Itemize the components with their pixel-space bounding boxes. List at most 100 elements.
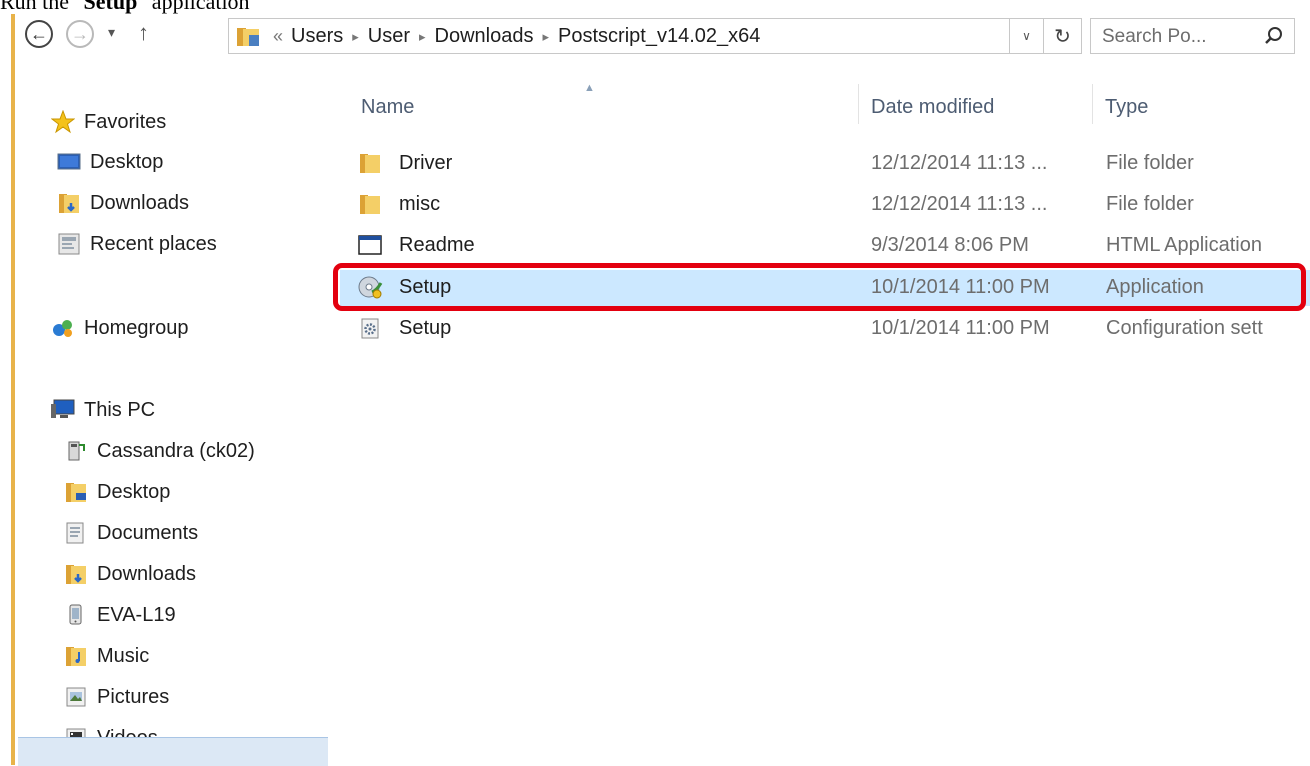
forward-button[interactable]: →: [66, 20, 94, 48]
caption-bold: Setup: [83, 0, 138, 14]
sort-ascending-icon: ▲: [584, 82, 595, 94]
folder-icon: [357, 191, 383, 217]
file-date: 10/1/2014 11:00 PM: [871, 276, 1050, 298]
file-name: misc: [399, 193, 441, 215]
column-divider[interactable]: [1092, 84, 1093, 124]
breadcrumb: « Users ▸ User ▸ Downloads ▸ Postscript_…: [273, 25, 760, 48]
search-icon[interactable]: [1264, 26, 1284, 51]
column-header-name[interactable]: Name: [361, 96, 414, 119]
address-folder-icon: [235, 26, 261, 53]
sidebar-item-label: Desktop: [97, 480, 171, 503]
sidebar-item-this-pc[interactable]: This PC: [50, 394, 155, 426]
recent-locations-button[interactable]: ▾: [108, 24, 115, 41]
configuration-settings-icon: [357, 315, 383, 341]
sidebar-item-documents[interactable]: Documents: [63, 517, 198, 549]
breadcrumb-postscript[interactable]: Postscript_v14.02_x64: [558, 25, 760, 48]
search-placeholder: Search Po...: [1102, 26, 1207, 47]
column-header-type[interactable]: Type: [1105, 96, 1148, 119]
sidebar-item-label: Recent places: [90, 232, 217, 255]
documents-folder-icon: [63, 520, 89, 546]
sidebar-item-label: Cassandra (ck02): [97, 439, 255, 462]
file-row-driver[interactable]: Driver 12/12/2014 11:13 ... File folder: [340, 146, 1310, 182]
file-row-setup-application[interactable]: Setup 10/1/2014 11:00 PM Application: [340, 270, 1310, 306]
sidebar-item-music[interactable]: Music: [63, 640, 149, 672]
breadcrumb-downloads[interactable]: Downloads: [435, 25, 534, 48]
desktop-icon: [56, 149, 82, 175]
computer-icon: [50, 397, 76, 423]
breadcrumb-separator-icon[interactable]: ▸: [419, 29, 426, 45]
address-bar[interactable]: « Users ▸ User ▸ Downloads ▸ Postscript_…: [228, 18, 1010, 54]
breadcrumb-user[interactable]: User: [368, 25, 410, 48]
caption-suffix: " application: [137, 0, 250, 14]
breadcrumb-separator-icon[interactable]: ▸: [352, 29, 359, 45]
sidebar-item-label: Downloads: [90, 191, 189, 214]
breadcrumb-overflow-button[interactable]: «: [273, 26, 283, 47]
sidebar-item-pc-downloads[interactable]: Downloads: [63, 558, 196, 590]
caption-prefix: Run the ": [0, 0, 84, 14]
sidebar-item-desktop[interactable]: Desktop: [56, 146, 163, 178]
address-dropdown-button[interactable]: ∨: [1010, 18, 1044, 54]
refresh-icon: ↻: [1054, 25, 1071, 48]
file-row-readme[interactable]: Readme 9/3/2014 8:06 PM HTML Application: [340, 228, 1310, 264]
sidebar-item-label: EVA-L19: [97, 603, 176, 626]
sidebar-item-label: Favorites: [84, 110, 167, 133]
file-name: Setup: [399, 317, 452, 339]
instruction-caption: Run the "Setup" application: [0, 0, 250, 15]
file-date: 12/12/2014 11:13 ...: [871, 152, 1048, 174]
chevron-down-icon: ∨: [1022, 29, 1031, 43]
up-button[interactable]: ↑: [138, 20, 149, 46]
sidebar-item-label: Documents: [97, 521, 199, 544]
html-application-icon: [357, 232, 383, 258]
back-arrow-icon: ←: [30, 24, 48, 44]
sidebar-item-label: This PC: [84, 398, 156, 421]
sidebar-item-recent-places[interactable]: Recent places: [56, 228, 217, 260]
column-header-date-modified[interactable]: Date modified: [871, 96, 994, 119]
network-drive-icon: [63, 438, 89, 464]
phone-device-icon: [63, 602, 89, 628]
sidebar-item-downloads[interactable]: Downloads: [56, 187, 189, 219]
navigation-pane: Favorites Desktop Downloads Recent place…: [15, 62, 320, 765]
downloads-folder-icon: [56, 190, 82, 216]
sidebar-item-label: Downloads: [97, 562, 196, 585]
pictures-folder-icon: [63, 684, 89, 710]
sidebar-item-label: Pictures: [97, 685, 170, 708]
file-type: Application: [1106, 276, 1204, 298]
file-name: Readme: [399, 234, 475, 256]
refresh-button[interactable]: ↻: [1044, 18, 1082, 54]
sidebar-partial-item[interactable]: [18, 737, 328, 766]
file-date: 10/1/2014 11:00 PM: [871, 317, 1050, 339]
sidebar-item-label: Music: [97, 644, 150, 667]
homegroup-icon: [50, 315, 76, 341]
music-folder-icon: [63, 643, 89, 669]
back-button[interactable]: ←: [25, 20, 53, 48]
breadcrumb-separator-icon[interactable]: ▸: [543, 29, 550, 45]
sidebar-item-favorites[interactable]: Favorites: [50, 106, 166, 138]
sidebar-item-label: Homegroup: [84, 316, 189, 339]
search-box[interactable]: Search Po...: [1090, 18, 1295, 54]
file-date: 9/3/2014 8:06 PM: [871, 234, 1029, 256]
star-icon: [50, 109, 76, 135]
file-name: Driver: [399, 152, 453, 174]
navigation-bar: ← → ▾ ↑ « Users ▸ User ▸ Downloads ▸ Pos…: [15, 14, 1310, 62]
sidebar-item-label: Desktop: [90, 150, 164, 173]
setup-application-icon: [357, 274, 383, 300]
forward-arrow-icon: →: [71, 24, 89, 44]
column-divider[interactable]: [858, 84, 859, 124]
sidebar-item-cassandra[interactable]: Cassandra (ck02): [63, 435, 255, 467]
sidebar-item-pc-desktop[interactable]: Desktop: [63, 476, 170, 508]
file-name: Setup: [399, 276, 452, 298]
sidebar-item-homegroup[interactable]: Homegroup: [50, 312, 189, 344]
recent-places-icon: [56, 231, 82, 257]
file-row-setup-config[interactable]: Setup 10/1/2014 11:00 PM Configuration s…: [340, 311, 1310, 347]
folder-icon: [357, 150, 383, 176]
desktop-folder-icon: [63, 479, 89, 505]
breadcrumb-users[interactable]: Users: [291, 25, 343, 48]
file-type: File folder: [1106, 152, 1194, 174]
sidebar-item-pictures[interactable]: Pictures: [63, 681, 169, 713]
file-type: HTML Application: [1106, 234, 1262, 256]
file-type: Configuration sett: [1106, 317, 1263, 339]
downloads-folder-icon: [63, 561, 89, 587]
file-date: 12/12/2014 11:13 ...: [871, 193, 1048, 215]
file-row-misc[interactable]: misc 12/12/2014 11:13 ... File folder: [340, 187, 1310, 223]
sidebar-item-eva-l19[interactable]: EVA-L19: [63, 599, 176, 631]
